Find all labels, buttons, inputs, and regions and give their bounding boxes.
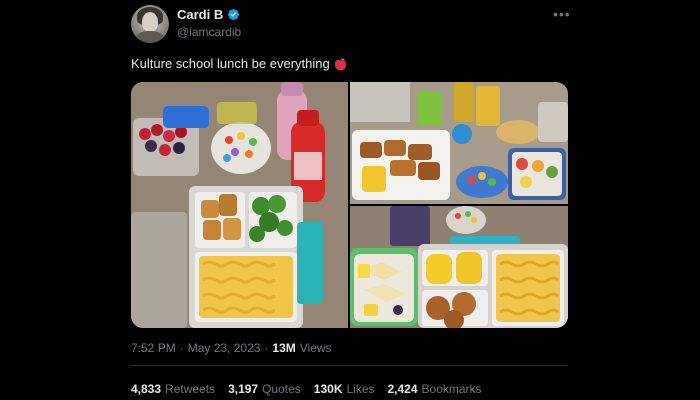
photo-lunch-top-right[interactable] [350, 82, 568, 204]
divider [131, 365, 568, 366]
red-apple-icon [334, 56, 346, 70]
verified-badge-icon [228, 8, 240, 21]
tweet-meta: 7:52 PM · May 23, 2023 · 13M Views [131, 341, 332, 355]
quotes-stat[interactable]: 3,197 Quotes [228, 382, 301, 396]
author-handle[interactable]: @iamcardib [177, 25, 241, 39]
tweet-text: Kulture school lunch be everything [131, 56, 347, 71]
quotes-count: 3,197 [228, 382, 259, 396]
lunchbox-photo-icon [131, 82, 348, 328]
avatar-body [136, 31, 164, 43]
meta-separator: · [264, 341, 269, 355]
views-label: Views [299, 341, 332, 355]
quotes-label: Quotes [262, 382, 301, 396]
tweet-stats: 4,833 Retweets 3,197 Quotes 130K Likes 2… [131, 382, 482, 396]
avatar[interactable] [131, 5, 169, 43]
tweet-date[interactable]: May 23, 2023 [188, 341, 261, 355]
lunchbox-photo-icon [350, 206, 568, 328]
lunchbox-photo-icon [350, 82, 568, 204]
author-name[interactable]: Cardi B [177, 7, 240, 22]
tweet-text-content: Kulture school lunch be everything [131, 56, 330, 71]
media-grid [131, 82, 568, 328]
bookmarks-label: Bookmarks [421, 382, 482, 396]
photo-lunch-bottom-right[interactable] [350, 206, 568, 328]
tweet: Cardi B @iamcardib ••• Kulture school lu… [0, 0, 700, 400]
likes-label: Likes [346, 382, 375, 396]
retweets-count: 4,833 [131, 382, 162, 396]
likes-count: 130K [313, 382, 343, 396]
bookmarks-count: 2,424 [387, 382, 418, 396]
tweet-time[interactable]: 7:52 PM [131, 341, 176, 355]
views-count: 13M [272, 341, 296, 355]
author-display-name[interactable]: Cardi B [177, 7, 223, 22]
more-options-icon[interactable]: ••• [553, 6, 571, 22]
retweets-stat[interactable]: 4,833 Retweets [131, 382, 215, 396]
photo-lunch-left[interactable] [131, 82, 348, 328]
likes-stat[interactable]: 130K Likes [314, 382, 375, 396]
meta-separator: · [179, 341, 184, 355]
retweets-label: Retweets [165, 382, 216, 396]
avatar-face [142, 12, 158, 32]
bookmarks-stat[interactable]: 2,424 Bookmarks [388, 382, 482, 396]
